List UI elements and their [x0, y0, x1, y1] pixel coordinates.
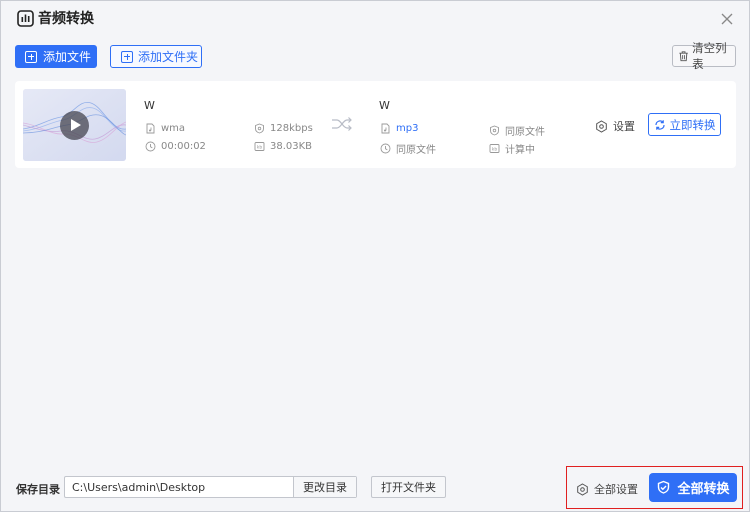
change-directory-button[interactable]: 更改目录: [293, 477, 356, 497]
add-file-label: 添加文件: [43, 50, 92, 64]
add-file-button[interactable]: 添加文件: [15, 45, 97, 68]
add-folder-label: 添加文件夹: [138, 50, 199, 64]
add-folder-icon: [121, 50, 133, 63]
trash-icon: [679, 51, 688, 62]
target-duration: 同原文件: [380, 141, 436, 156]
add-folder-button[interactable]: 添加文件夹: [110, 45, 202, 68]
clear-list-label: 清空列表: [692, 41, 727, 71]
all-settings-label: 全部设置: [594, 483, 638, 496]
file-music-icon: [381, 123, 390, 134]
size-icon: kb: [254, 142, 265, 151]
target-quality-text: 同原文件: [505, 127, 545, 138]
size-icon: kb: [489, 144, 500, 153]
add-file-icon: [25, 50, 37, 63]
all-settings-button[interactable]: 全部设置: [576, 481, 638, 497]
clock-icon: [145, 141, 156, 152]
open-folder-button[interactable]: 打开文件夹: [371, 476, 446, 498]
source-file-name: W: [144, 99, 155, 112]
save-path-field: 更改目录: [64, 476, 357, 498]
convert-all-label: 全部转换: [677, 482, 730, 497]
target-file-name: W: [379, 99, 390, 112]
target-quality: 同原文件: [489, 123, 545, 138]
source-duration-text: 00:00:02: [161, 141, 206, 152]
item-settings-button[interactable]: 设置: [595, 118, 635, 134]
source-duration: 00:00:02: [145, 141, 206, 152]
svg-text:kb: kb: [257, 145, 263, 151]
file-music-icon: [146, 123, 155, 134]
target-format[interactable]: mp3: [380, 123, 418, 134]
source-format-text: wma: [161, 123, 186, 134]
source-bitrate: 128kbps: [254, 123, 313, 134]
target-size-text: 计算中: [505, 145, 535, 156]
play-button[interactable]: [60, 111, 89, 140]
quality-icon: [490, 125, 499, 136]
clear-list-button[interactable]: 清空列表: [672, 41, 736, 71]
save-directory-label: 保存目录: [16, 483, 60, 496]
convert-now-label: 立即转换: [669, 117, 716, 132]
convert-now-button[interactable]: 立即转换: [648, 113, 721, 136]
source-format: wma: [145, 123, 185, 134]
file-list-item: W wma 128kbps 00:00:02 kb 38.03KB W mp3 …: [15, 81, 736, 168]
audio-bars-icon: [17, 10, 34, 27]
shield-icon: [658, 480, 670, 494]
source-size: kb 38.03KB: [254, 141, 312, 152]
svg-text:kb: kb: [492, 147, 498, 153]
gear-icon: [577, 482, 588, 496]
item-settings-label: 设置: [613, 120, 635, 133]
gear-icon: [596, 119, 607, 133]
source-bitrate-text: 128kbps: [270, 123, 313, 134]
clock-icon: [380, 143, 391, 154]
title-bar: 音频转换: [1, 1, 749, 37]
window-title: 音频转换: [38, 11, 94, 27]
audio-thumbnail: [23, 89, 126, 161]
source-size-text: 38.03KB: [270, 141, 313, 152]
refresh-icon: [654, 119, 665, 130]
target-duration-text: 同原文件: [396, 145, 436, 156]
quality-icon: [255, 123, 264, 134]
shuffle-icon: [332, 117, 352, 131]
app-window: 音频转换 添加文件 添加文件夹 清空列表 W wma 128kbps 00:00…: [0, 0, 750, 512]
target-format-text: mp3: [396, 123, 419, 134]
convert-all-button[interactable]: 全部转换: [649, 473, 737, 502]
save-path-input[interactable]: [65, 477, 293, 497]
target-size: kb 计算中: [489, 141, 535, 156]
close-icon[interactable]: [717, 9, 737, 29]
